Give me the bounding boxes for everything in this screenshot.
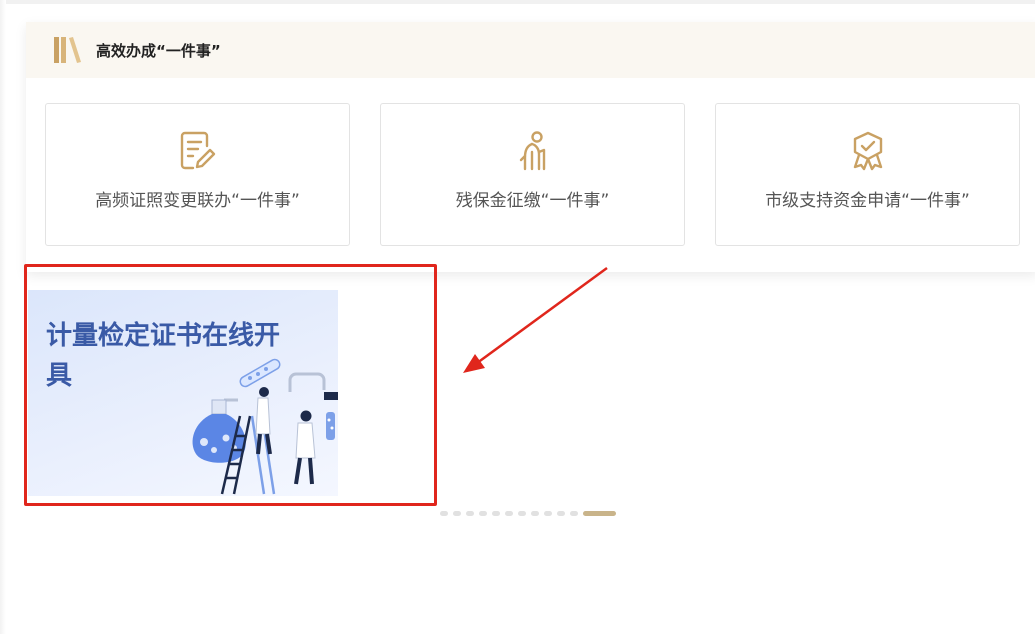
carousel-dot[interactable] <box>505 510 513 516</box>
document-edit-icon <box>178 130 218 172</box>
carousel-dot[interactable] <box>440 510 448 516</box>
metrology-certificate-banner[interactable]: 计量检定证书在线开具 <box>28 290 338 496</box>
carousel-dot[interactable] <box>570 510 578 516</box>
card-label: 市级支持资金申请“一件事” <box>765 191 970 211</box>
award-badge-icon <box>848 130 888 172</box>
carousel-dot[interactable] <box>544 510 552 516</box>
card-label: 高频证照变更联办“一件事” <box>95 191 300 211</box>
panel-header: 高效办成“一件事” <box>26 22 1035 78</box>
panel-title: 高效办成“一件事” <box>96 41 221 60</box>
carousel-dot[interactable] <box>492 510 500 516</box>
card-label: 残保金征缴“一件事” <box>455 191 610 211</box>
carousel-dot[interactable] <box>453 510 461 516</box>
carousel-dot[interactable] <box>531 510 539 516</box>
carousel-dot[interactable] <box>466 510 474 516</box>
laboratory-illustration <box>192 358 338 495</box>
card-disability-fund[interactable]: 残保金征缴“一件事” <box>380 103 685 246</box>
one-thing-panel: 高效办成“一件事” 高频证照变更联办“一件事” 残保金征缴“一件事” 市级支持资… <box>26 22 1035 272</box>
carousel-dot[interactable] <box>518 510 526 516</box>
carousel-dot-active[interactable] <box>583 510 616 516</box>
left-edge <box>0 0 6 634</box>
carousel-pagination <box>440 509 616 517</box>
page: 高效办成“一件事” 高频证照变更联办“一件事” 残保金征缴“一件事” 市级支持资… <box>0 0 1035 634</box>
carousel-dot[interactable] <box>557 510 565 516</box>
red-arrow-icon <box>463 266 608 373</box>
carousel-dot[interactable] <box>479 510 487 516</box>
top-strip <box>0 0 1035 4</box>
card-license-change[interactable]: 高频证照变更联办“一件事” <box>45 103 350 246</box>
books-icon <box>52 35 84 65</box>
card-municipal-funding[interactable]: 市级支持资金申请“一件事” <box>715 103 1020 246</box>
elderly-person-icon <box>513 130 553 172</box>
